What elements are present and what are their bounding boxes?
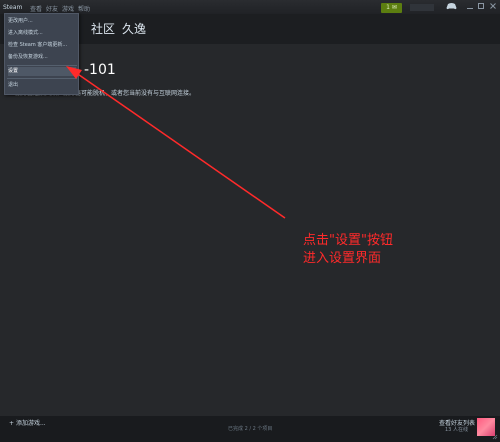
annotation-line-2: 进入设置界面 <box>303 251 382 266</box>
add-game-button[interactable]: + 添加游戏... <box>9 418 46 427</box>
annotation-text: 点击"设置"按钮 进入设置界面 <box>303 232 393 268</box>
resize-grip-icon[interactable] <box>492 434 498 440</box>
downloads-status[interactable]: 已完成 2 / 2 个项目 <box>228 425 272 432</box>
plus-icon: + <box>9 420 15 427</box>
annotation-arrow <box>66 66 286 219</box>
annotation-line-1: 点击"设置"按钮 <box>303 233 393 248</box>
add-game-label: 添加游戏... <box>15 420 46 427</box>
friends-online-count: 13 人在线 <box>445 427 468 433</box>
